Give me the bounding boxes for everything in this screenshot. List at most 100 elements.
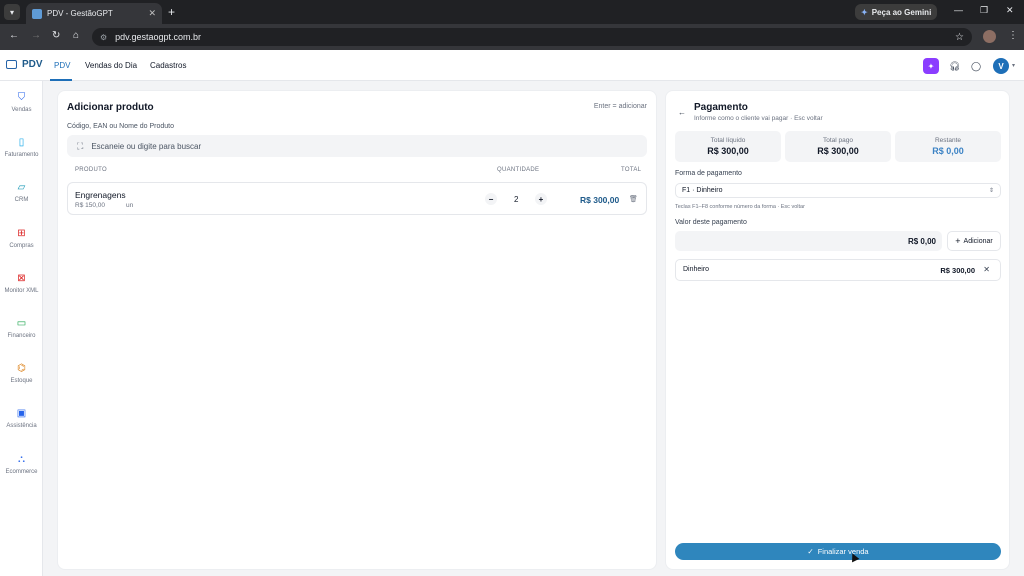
chevron-down-icon[interactable]: ▾ [1012,62,1015,69]
enter-hint: Enter = adicionar [593,103,647,110]
column-header-total: TOTAL [621,167,642,173]
sidebar-item-label: Monitor XML [4,288,39,294]
brand-label: PDV [22,59,43,70]
sidebar-item-vendas[interactable]: ⛉ Vendas [0,92,43,113]
file-x-icon: ⊠ [17,273,26,284]
address-bar[interactable]: ⚙ pdv.gestaogpt.com.br ☆ [92,28,972,46]
app-header: PDV PDV Vendas do Dia Cadastros ✦ 🎧︎ ◯ V… [0,50,1024,81]
new-tab-icon[interactable]: + [168,5,175,19]
back-icon[interactable]: ← [9,31,19,41]
favicon-icon [32,8,42,19]
sidebar-item-label: Compras [9,243,34,249]
summary-card-restante: Restante R$ 0,00 [895,131,1001,162]
amount-input[interactable]: R$ 0,00 [675,231,942,251]
sidebar-item-label: Ecommerce [5,469,38,475]
payment-entry-row: Dinheiro R$ 300,00 ✕ [675,259,1001,281]
sidebar-item-crm[interactable]: ▱ CRM [0,182,43,203]
sidebar-item-label: Faturamento [4,152,39,158]
payment-method-label: Forma de pagamento [675,170,742,177]
sidebar-item-monitor-xml[interactable]: ⊠ Monitor XML [0,273,43,294]
payment-entry-method: Dinheiro [683,266,710,273]
ai-assistant-button[interactable]: ✦ [923,58,939,74]
sidebar-item-assistencia[interactable]: ▣ Assistência [0,408,43,429]
product-row: Engrenagens R$ 150,00 un − 2 + R$ 300,00… [67,182,647,215]
document-icon: ▯ [18,137,25,148]
payment-entry-value: R$ 300,00 [940,266,975,275]
product-total: R$ 300,00 [580,195,620,205]
browser-menu-icon[interactable]: ⋮ [1008,30,1018,41]
money-icon: ▭ [16,318,27,329]
sidebar-item-estoque[interactable]: ⌬ Estoque [0,363,43,384]
product-quantity: 2 [514,195,519,204]
app-logo[interactable]: PDV [6,59,43,70]
site-info-icon[interactable]: ⚙ [100,33,107,42]
summary-card-total-liquido: Total líquido R$ 300,00 [675,131,781,162]
chat-bubbles-icon: ▱ [17,182,26,193]
basket-icon: ⛉ [17,92,26,103]
sidebar-item-label: Assistência [6,423,37,429]
product-search-box[interactable]: ⛶ [67,135,647,157]
bookmark-star-icon[interactable]: ☆ [955,32,964,43]
finalize-sale-button[interactable]: ✓ Finalizar venda [675,543,1001,560]
close-window-icon[interactable]: ✕ [1006,5,1014,16]
payment-method-select[interactable]: F1 · Dinheiro ⇕ [675,183,1001,198]
check-icon: ✓ [807,547,814,556]
summary-card-value: R$ 300,00 [817,146,859,156]
summary-card-total-pago: Total pago R$ 300,00 [785,131,891,162]
sidebar-item-financeiro[interactable]: ▭ Financeiro [0,318,43,339]
sidebar-item-label: Financeiro [7,333,36,339]
product-name: Engrenagens [75,190,126,200]
restore-icon[interactable]: ❐ [980,5,988,16]
user-avatar[interactable]: V [993,58,1009,74]
chat-icon[interactable]: ◯ [971,61,981,72]
tab-search-icon[interactable]: ▾ [4,4,20,20]
active-tab-indicator [50,79,72,81]
nav-tab-vendas-do-dia[interactable]: Vendas do Dia [85,61,137,70]
reload-icon[interactable]: ↻ [52,31,60,41]
payment-panel: ← Pagamento Informe como o cliente vai p… [665,90,1010,570]
gemini-button[interactable]: ✦ Peça ao Gemini [855,4,938,20]
search-label: Código, EAN ou Nome do Produto [67,123,175,130]
remove-payment-icon[interactable]: ✕ [983,265,990,274]
close-tab-icon[interactable]: ✕ [148,8,156,19]
increase-quantity-button[interactable]: + [535,193,547,205]
profile-avatar[interactable] [983,30,996,43]
add-product-panel: Adicionar produto Enter = adicionar Códi… [57,90,657,570]
sidebar-item-label: CRM [14,197,29,203]
url-text: pdv.gestaogpt.com.br [115,32,202,42]
back-arrow-icon[interactable]: ← [678,108,686,117]
minimize-icon[interactable]: — [954,5,963,15]
sidebar-item-faturamento[interactable]: ▯ Faturamento [0,137,43,158]
key-hint: Teclas F1–F8 conforme número da forma · … [675,204,805,210]
browser-tab-bar: ▾ PDV - GestãoGPT ✕ + ✦ Peça ao Gemini —… [0,0,1024,24]
product-search-input[interactable] [91,141,647,151]
barcode-scan-icon: ⛶ [77,140,84,151]
browser-tab[interactable]: PDV - GestãoGPT ✕ [26,3,162,24]
nav-tab-pdv[interactable]: PDV [54,61,70,70]
summary-card-label: Total pago [823,137,853,144]
browser-toolbar: ← → ↻ ⌂ ⚙ pdv.gestaogpt.com.br ☆ ⋮ [0,24,1024,50]
trash-icon[interactable]: 🗑︎ [629,195,638,203]
finalize-sale-label: Finalizar venda [817,547,869,556]
nav-tab-cadastros[interactable]: Cadastros [150,61,186,70]
home-icon[interactable]: ⌂ [73,31,79,41]
summary-card-value: R$ 300,00 [707,146,749,156]
forward-icon[interactable]: → [31,31,41,41]
tab-title: PDV - GestãoGPT [47,9,113,18]
sidebar-item-compras[interactable]: ⊞ Compras [0,228,43,249]
chevron-updown-icon: ⇕ [988,188,994,194]
amount-label: Valor deste pagamento [675,219,747,226]
calendar-icon: ▣ [16,408,27,419]
boxes-icon: ⌬ [17,363,26,374]
payment-method-value: F1 · Dinheiro [682,187,723,194]
decrease-quantity-button[interactable]: − [485,193,497,205]
gemini-label: Peça ao Gemini [871,7,932,17]
product-unit-price: R$ 150,00 [75,202,105,209]
sidebar-item-label: Estoque [10,378,33,384]
sidebar-item-ecommerce[interactable]: ⛬ Ecommerce [0,454,43,475]
add-payment-button[interactable]: + Adicionar [947,231,1001,251]
headset-icon[interactable]: 🎧︎ [949,61,960,72]
payment-subtitle: Informe como o cliente vai pagar · Esc v… [694,115,823,122]
summary-card-label: Total líquido [710,137,746,144]
product-unit: un [126,202,134,209]
